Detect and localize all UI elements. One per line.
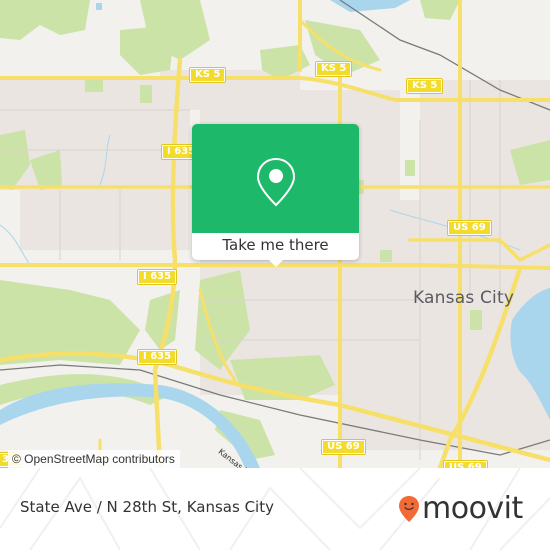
- highway-shield-us69: US 69: [447, 220, 492, 236]
- highway-shield-ks5: KS 5: [405, 78, 444, 94]
- highway-shield-us69: US 69: [443, 460, 488, 468]
- moovit-pin-icon: [399, 496, 419, 522]
- highway-shield-i635: I 635: [136, 269, 178, 285]
- moovit-logo[interactable]: moovit: [398, 489, 523, 529]
- map-view[interactable]: KS 5 KS 5 KS 5 I 635 I 635 I 635 US 69 U…: [0, 0, 550, 468]
- highway-shield-ks5: KS 5: [314, 61, 353, 77]
- highway-shield-i635: I 635: [136, 349, 178, 365]
- map-attribution[interactable]: © OpenStreetMap contributors: [8, 450, 180, 468]
- highway-shield-ks5: KS 5: [188, 67, 227, 83]
- highway-shield-us69: US 69: [321, 439, 366, 455]
- popup-header: [192, 124, 359, 233]
- map-pin-icon: [256, 157, 296, 207]
- footer-bar: State Ave / N 28th St, Kansas City moovi…: [0, 468, 550, 550]
- location-popup: Take me there: [192, 124, 359, 267]
- popup-pointer: [269, 260, 283, 267]
- city-label: Kansas City: [413, 288, 515, 308]
- stop-name: State Ave / N 28th St, Kansas City: [20, 498, 274, 516]
- take-me-there-button[interactable]: Take me there: [192, 233, 359, 260]
- moovit-wordmark: moovit: [422, 491, 523, 526]
